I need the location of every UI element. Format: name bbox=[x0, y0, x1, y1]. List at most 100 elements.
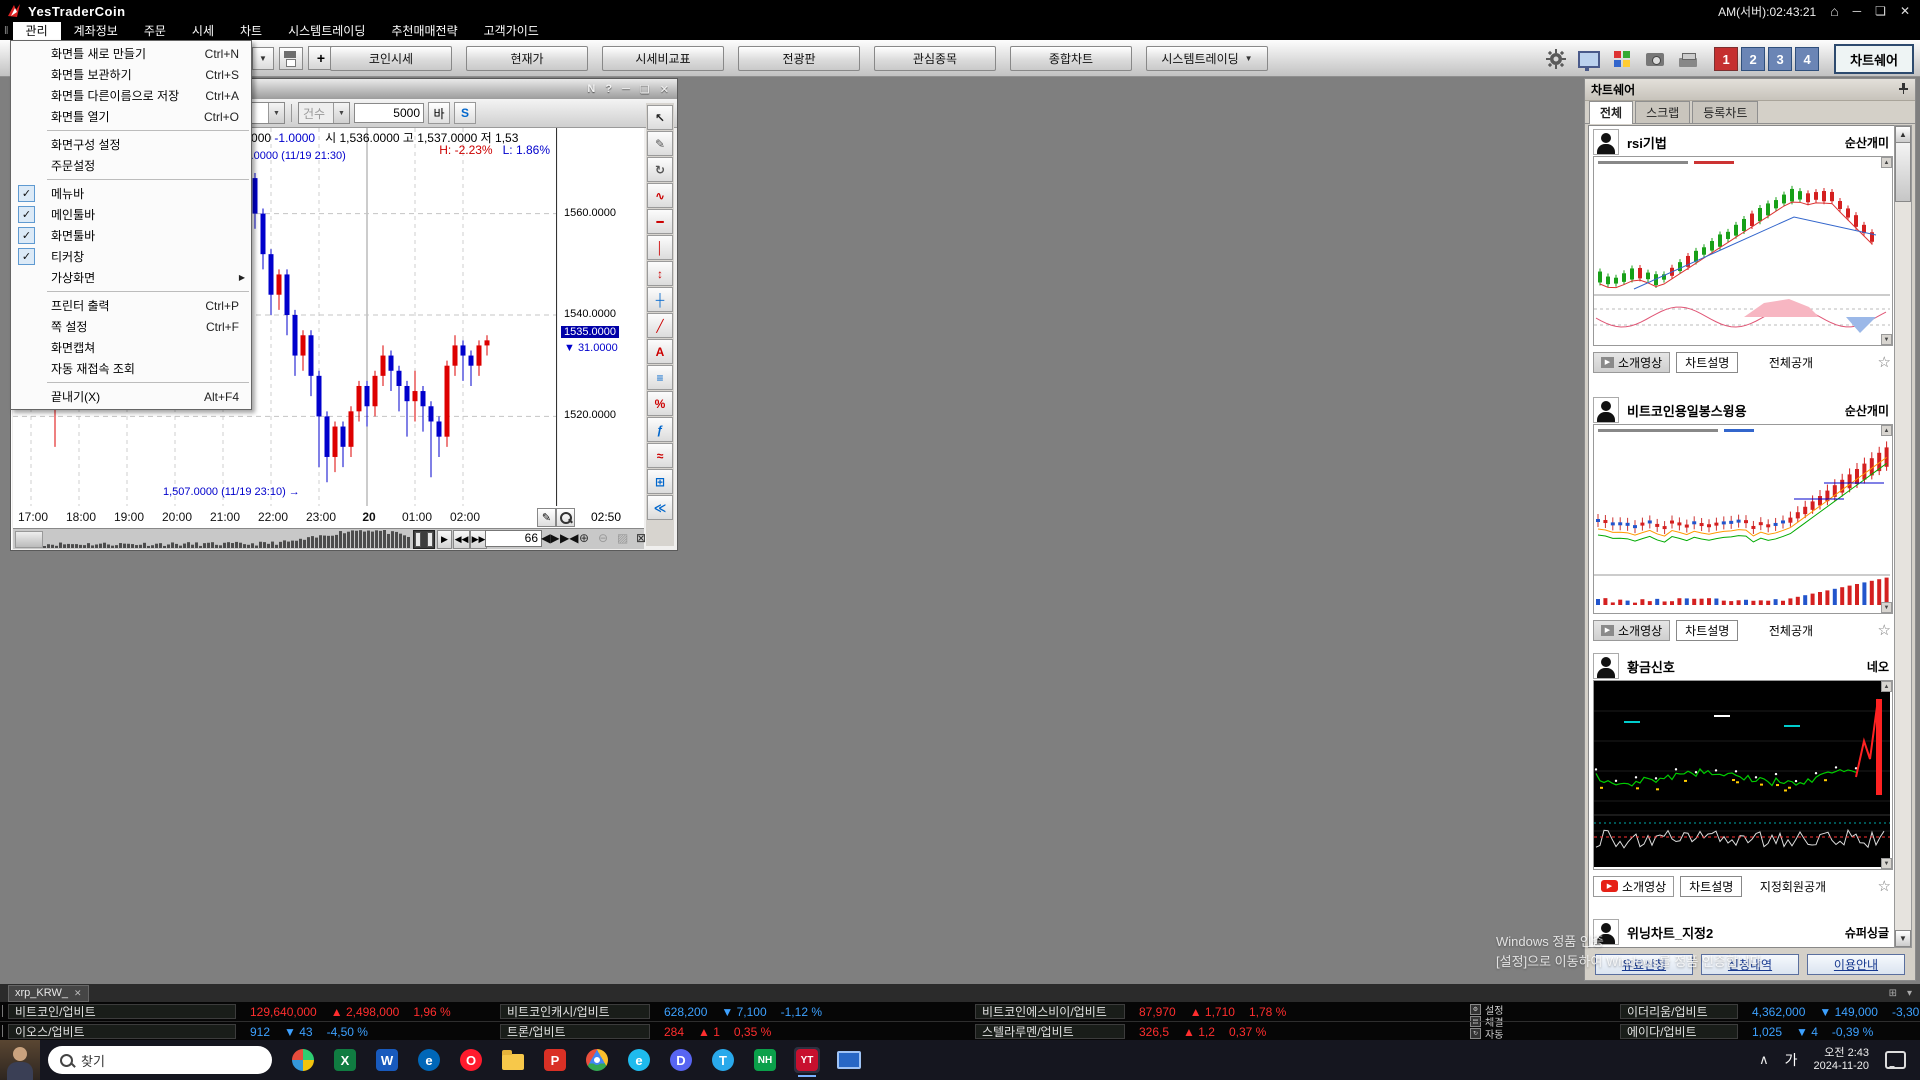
strategy-icon[interactable]: S bbox=[454, 102, 476, 124]
menu-item-5[interactable]: 주문설정 bbox=[11, 155, 251, 176]
menu-item-4[interactable]: 화면구성 설정 bbox=[11, 134, 251, 155]
toolbar-button-1[interactable]: 현재가 bbox=[466, 46, 588, 71]
intro-video-button[interactable]: ▶소개영상 bbox=[1593, 352, 1670, 373]
menu-item-0[interactable]: 화면틀 새로 만들기Ctrl+N bbox=[11, 43, 251, 64]
taskbar-user-avatar[interactable] bbox=[0, 1040, 40, 1080]
scrollbar-thumb[interactable] bbox=[1895, 142, 1911, 202]
chart-share-item[interactable]: rsi기법순산개미▲▼▶소개영상차트설명전체공개☆ bbox=[1593, 128, 1893, 375]
page-button-2[interactable]: 2 bbox=[1741, 47, 1765, 71]
menu-item-1[interactable]: 화면틀 보관하기Ctrl+S bbox=[11, 64, 251, 85]
step-back-icon[interactable]: ◀◀ bbox=[453, 530, 470, 549]
menu-item-10[interactable]: 가상화면▶ bbox=[11, 267, 251, 288]
text-tool-icon[interactable]: A bbox=[647, 339, 673, 364]
percent-tool-icon[interactable]: % bbox=[647, 391, 673, 416]
intro-video-button[interactable]: ▶소개영상 bbox=[1593, 876, 1674, 897]
chart-share-item[interactable]: 위닝차트_지정2슈퍼싱글 bbox=[1593, 918, 1893, 946]
ime-indicator[interactable]: 가 bbox=[1785, 1050, 1798, 1070]
toolbar-button-3[interactable]: 전광판 bbox=[738, 46, 860, 71]
ticker-collapse-icon[interactable]: ▾ bbox=[1907, 988, 1912, 999]
menubar-item-5[interactable]: 시스템트레이딩 bbox=[275, 22, 378, 40]
mini-chart-dark[interactable]: ▲▼ bbox=[1593, 680, 1893, 870]
chart-window-button-2[interactable]: ─ bbox=[622, 83, 630, 96]
pin-icon[interactable] bbox=[1898, 82, 1909, 97]
menu-item-15[interactable]: 끝내기(X)Alt+F4 bbox=[11, 386, 251, 407]
chart-desc-button[interactable]: 차트설명 bbox=[1676, 620, 1738, 641]
telegram-icon[interactable]: T bbox=[710, 1047, 736, 1073]
zoom-in-icon[interactable]: ⊕ bbox=[579, 531, 589, 545]
thumb-scroll-down-icon[interactable]: ▼ bbox=[1881, 602, 1892, 613]
hline-tool-icon[interactable]: ━ bbox=[647, 209, 673, 234]
menu-item-13[interactable]: 화면캡쳐 bbox=[11, 337, 251, 358]
lines-tool-icon[interactable]: ≡ bbox=[647, 365, 673, 390]
remote-desktop-icon[interactable] bbox=[836, 1047, 862, 1073]
scroll-tool-icon[interactable]: ✎ bbox=[647, 131, 673, 156]
favorite-star-icon[interactable]: ☆ bbox=[1878, 621, 1891, 639]
chart-share-button[interactable]: 차트쉐어 bbox=[1834, 44, 1914, 74]
nh-bank-icon[interactable]: NH bbox=[752, 1047, 778, 1073]
intro-video-button[interactable]: ▶소개영상 bbox=[1593, 620, 1670, 641]
grid-tool-icon[interactable]: ⊞ bbox=[647, 469, 673, 494]
monitor-icon[interactable] bbox=[1576, 46, 1602, 72]
cross-tool-icon[interactable]: ┼ bbox=[647, 287, 673, 312]
panel-footer-button-0[interactable]: 유료신청 bbox=[1595, 954, 1693, 975]
range-icon[interactable]: ◀▶ bbox=[541, 531, 559, 545]
mini-chart-light2[interactable]: ▲▼ bbox=[1593, 424, 1893, 614]
search-input[interactable]: 찾기 bbox=[48, 1046, 272, 1074]
layout-grid-icon[interactable] bbox=[1609, 46, 1635, 72]
menubar-item-0[interactable]: 관리 bbox=[13, 22, 61, 40]
panel-scrollbar[interactable]: ▲ ▼ bbox=[1894, 125, 1912, 948]
home-icon[interactable]: ⌂ bbox=[1830, 3, 1838, 19]
notification-icon[interactable] bbox=[1885, 1051, 1906, 1069]
menu-item-2[interactable]: 화면틀 다른이름으로 저장Ctrl+A bbox=[11, 85, 251, 106]
navigator-grip[interactable] bbox=[15, 531, 43, 548]
menubar-item-1[interactable]: 계좌정보 bbox=[61, 22, 131, 40]
draw-pencil-icon[interactable]: ✎ bbox=[537, 508, 556, 527]
settings-gear-icon[interactable] bbox=[1543, 46, 1569, 72]
edge-icon[interactable]: e bbox=[416, 1047, 442, 1073]
thumb-scroll-up-icon[interactable]: ▲ bbox=[1881, 681, 1892, 692]
chart-window-button-0[interactable]: N bbox=[587, 83, 595, 96]
menu-item-7[interactable]: ✓메인툴바 bbox=[11, 204, 251, 225]
cursor-tool-icon[interactable]: ↖ bbox=[647, 105, 673, 130]
menu-item-3[interactable]: 화면틀 열기Ctrl+O bbox=[11, 106, 251, 127]
trendline-tool-icon[interactable]: ╱ bbox=[647, 313, 673, 338]
refresh-tool-icon[interactable]: ↻ bbox=[647, 157, 673, 182]
zoom-out-icon[interactable]: ⊖ bbox=[598, 531, 608, 545]
toolbar-button-2[interactable]: 시세비교표 bbox=[602, 46, 724, 71]
minimize-button[interactable]: ─ bbox=[1853, 4, 1862, 18]
play-forward-icon[interactable]: ▶ bbox=[437, 530, 452, 549]
ticker-expand-icon[interactable]: ⊞ bbox=[1889, 988, 1897, 999]
tray-caret-icon[interactable]: ∧ bbox=[1759, 1052, 1769, 1068]
screenshot-camera-icon[interactable] bbox=[1642, 46, 1668, 72]
goto-end-icon[interactable]: ▶◀ bbox=[560, 531, 578, 545]
thumb-scroll-down-icon[interactable]: ▼ bbox=[1881, 334, 1892, 345]
chrome-icon[interactable] bbox=[584, 1047, 610, 1073]
chart-desc-button[interactable]: 차트설명 bbox=[1676, 352, 1738, 373]
taskbar-clock[interactable]: 오전 2:43 2024-11-20 bbox=[1814, 1047, 1869, 1073]
restore-button[interactable]: ❏ bbox=[1875, 4, 1886, 18]
menubar-item-2[interactable]: 주문 bbox=[131, 22, 179, 40]
menubar-grip[interactable]: ‖ bbox=[4, 25, 9, 37]
chart-share-item[interactable]: 비트코인용일봉스윙용순산개미▲▼▶소개영상차트설명전체공개☆ bbox=[1593, 396, 1893, 643]
toolbar-button-0[interactable]: 코인시세 bbox=[330, 46, 452, 71]
mini-chart-light1[interactable]: ▲▼ bbox=[1593, 156, 1893, 346]
save-screen-icon[interactable] bbox=[279, 47, 303, 70]
menubar-item-6[interactable]: 추천매매전략 bbox=[378, 22, 470, 40]
ticker-tab[interactable]: xrp_KRW_ ✕ bbox=[8, 985, 89, 1002]
chart-window-button-3[interactable]: ❏ bbox=[640, 83, 650, 96]
menubar-item-3[interactable]: 시세 bbox=[179, 22, 227, 40]
tab-스크랩[interactable]: 스크랩 bbox=[1635, 101, 1690, 123]
chart-window-button-1[interactable]: ? bbox=[605, 83, 612, 96]
chart-window-button-4[interactable]: ✕ bbox=[660, 83, 669, 96]
menu-item-12[interactable]: 쪽 설정Ctrl+F bbox=[11, 316, 251, 337]
toolbar-button-4[interactable]: 관심종목 bbox=[874, 46, 996, 71]
menu-item-14[interactable]: 자동 재접속 조회 bbox=[11, 358, 251, 379]
tab-close-icon[interactable]: ✕ bbox=[74, 988, 82, 999]
toolbar-button-5[interactable]: 종합차트 bbox=[1010, 46, 1132, 71]
explorer-icon[interactable] bbox=[500, 1047, 526, 1073]
discord-icon[interactable]: D bbox=[668, 1047, 694, 1073]
panel-footer-button-2[interactable]: 이용안내 bbox=[1807, 954, 1905, 975]
panel-footer-button-1[interactable]: 신청내역 bbox=[1701, 954, 1799, 975]
screen-select-dropdown[interactable]: ▼ bbox=[252, 47, 274, 70]
bar-count-input[interactable]: 5000 bbox=[354, 103, 424, 123]
